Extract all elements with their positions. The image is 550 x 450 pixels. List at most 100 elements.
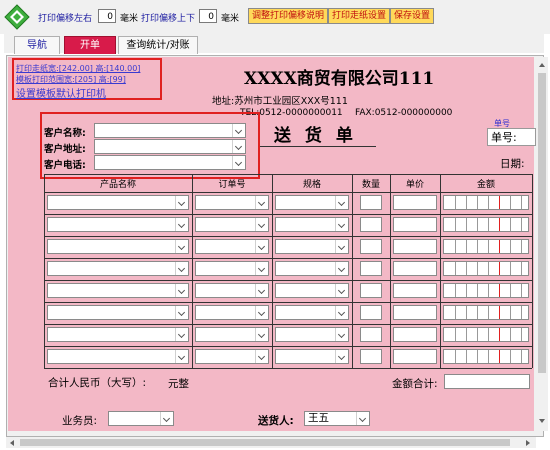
unit-price-input[interactable] <box>393 239 437 254</box>
chevron-down-icon[interactable] <box>335 328 348 341</box>
chevron-down-icon[interactable] <box>335 284 348 297</box>
table-cell-combo[interactable] <box>275 261 349 276</box>
amount-input[interactable] <box>443 283 529 298</box>
quantity-input[interactable] <box>360 283 382 298</box>
unit-price-input[interactable] <box>393 217 437 232</box>
chevron-down-icon[interactable] <box>255 350 268 363</box>
chevron-down-icon[interactable] <box>255 284 268 297</box>
horizontal-scroll-thumb[interactable] <box>20 439 510 446</box>
paper-settings-button[interactable]: 打印走纸设置 <box>328 8 391 24</box>
scroll-right-icon[interactable] <box>526 440 530 446</box>
customer-address-combo[interactable] <box>94 139 246 154</box>
vertical-scrollbar[interactable] <box>536 57 548 431</box>
quantity-input[interactable] <box>360 217 382 232</box>
table-cell-combo[interactable] <box>275 195 349 210</box>
chevron-down-icon[interactable] <box>335 350 348 363</box>
unit-price-input[interactable] <box>393 327 437 342</box>
table-cell-combo[interactable] <box>47 349 189 364</box>
chevron-down-icon[interactable] <box>356 412 369 425</box>
table-cell-combo[interactable] <box>275 305 349 320</box>
save-settings-button[interactable]: 保存设置 <box>390 8 435 24</box>
table-cell-combo[interactable] <box>47 261 189 276</box>
salesman-combo[interactable] <box>108 411 174 426</box>
amount-input[interactable] <box>443 217 529 232</box>
scroll-left-icon[interactable] <box>10 440 14 446</box>
table-cell-combo[interactable] <box>47 327 189 342</box>
table-cell-combo[interactable] <box>195 327 269 342</box>
tab-query-stats[interactable]: 查询统计/对账 <box>118 36 198 54</box>
chevron-down-icon[interactable] <box>175 350 188 363</box>
quantity-input[interactable] <box>360 261 382 276</box>
chevron-down-icon[interactable] <box>335 196 348 209</box>
template-range-link[interactable]: 模板打印范围宽:[205] 高:[99] <box>16 74 126 85</box>
adjust-offset-help-button[interactable]: 调整打印偏移说明 <box>248 8 329 24</box>
set-default-printer-link[interactable]: 设置模板默认打印机 <box>16 85 106 100</box>
chevron-down-icon[interactable] <box>160 412 173 425</box>
chevron-down-icon[interactable] <box>175 306 188 319</box>
unit-price-input[interactable] <box>393 305 437 320</box>
amount-input[interactable] <box>443 305 529 320</box>
amount-input[interactable] <box>443 349 529 364</box>
quantity-input[interactable] <box>360 195 382 210</box>
total-amount-field[interactable] <box>444 374 530 389</box>
offset-lr-input[interactable]: 0 <box>98 9 116 23</box>
customer-name-combo[interactable] <box>94 123 246 138</box>
chevron-down-icon[interactable] <box>255 240 268 253</box>
table-cell-combo[interactable] <box>275 349 349 364</box>
table-cell-combo[interactable] <box>195 283 269 298</box>
deliverer-combo[interactable]: 王五 <box>304 411 370 426</box>
amount-input[interactable] <box>443 261 529 276</box>
quantity-input[interactable] <box>360 239 382 254</box>
navigation-diamond-icon[interactable] <box>4 4 30 30</box>
chevron-down-icon[interactable] <box>255 196 268 209</box>
amount-input[interactable] <box>443 327 529 342</box>
chevron-down-icon[interactable] <box>335 218 348 231</box>
table-cell-combo[interactable] <box>275 283 349 298</box>
chevron-down-icon[interactable] <box>175 218 188 231</box>
chevron-down-icon[interactable] <box>255 306 268 319</box>
unit-price-input[interactable] <box>393 195 437 210</box>
unit-price-input[interactable] <box>393 261 437 276</box>
chevron-down-icon[interactable] <box>335 262 348 275</box>
order-number-field[interactable]: 单号: <box>487 128 536 146</box>
quantity-input[interactable] <box>360 305 382 320</box>
chevron-down-icon[interactable] <box>335 306 348 319</box>
chevron-down-icon[interactable] <box>255 328 268 341</box>
table-cell-combo[interactable] <box>47 305 189 320</box>
table-cell-combo[interactable] <box>47 217 189 232</box>
chevron-down-icon[interactable] <box>175 240 188 253</box>
quantity-input[interactable] <box>360 349 382 364</box>
horizontal-scrollbar[interactable] <box>6 437 536 448</box>
table-cell-combo[interactable] <box>47 283 189 298</box>
customer-phone-combo[interactable] <box>94 155 246 170</box>
unit-price-input[interactable] <box>393 283 437 298</box>
unit-price-input[interactable] <box>393 349 437 364</box>
scroll-down-icon[interactable] <box>539 419 545 423</box>
table-cell-combo[interactable] <box>195 195 269 210</box>
table-cell-combo[interactable] <box>275 217 349 232</box>
scroll-up-icon[interactable] <box>539 63 545 67</box>
chevron-down-icon[interactable] <box>175 196 188 209</box>
quantity-input[interactable] <box>360 327 382 342</box>
table-cell-combo[interactable] <box>47 195 189 210</box>
amount-input[interactable] <box>443 195 529 210</box>
amount-input[interactable] <box>443 239 529 254</box>
tab-navigation[interactable]: 导航 <box>14 36 60 54</box>
chevron-down-icon[interactable] <box>335 240 348 253</box>
chevron-down-icon[interactable] <box>232 140 245 153</box>
table-cell-combo[interactable] <box>195 261 269 276</box>
table-cell-combo[interactable] <box>195 217 269 232</box>
chevron-down-icon[interactable] <box>255 262 268 275</box>
vertical-scroll-thumb[interactable] <box>538 73 546 373</box>
table-cell-combo[interactable] <box>195 239 269 254</box>
table-cell-combo[interactable] <box>275 327 349 342</box>
chevron-down-icon[interactable] <box>175 328 188 341</box>
chevron-down-icon[interactable] <box>232 124 245 137</box>
chevron-down-icon[interactable] <box>175 262 188 275</box>
chevron-down-icon[interactable] <box>175 284 188 297</box>
offset-ud-input[interactable]: 0 <box>199 9 217 23</box>
table-cell-combo[interactable] <box>47 239 189 254</box>
chevron-down-icon[interactable] <box>232 156 245 169</box>
table-cell-combo[interactable] <box>275 239 349 254</box>
table-cell-combo[interactable] <box>195 349 269 364</box>
